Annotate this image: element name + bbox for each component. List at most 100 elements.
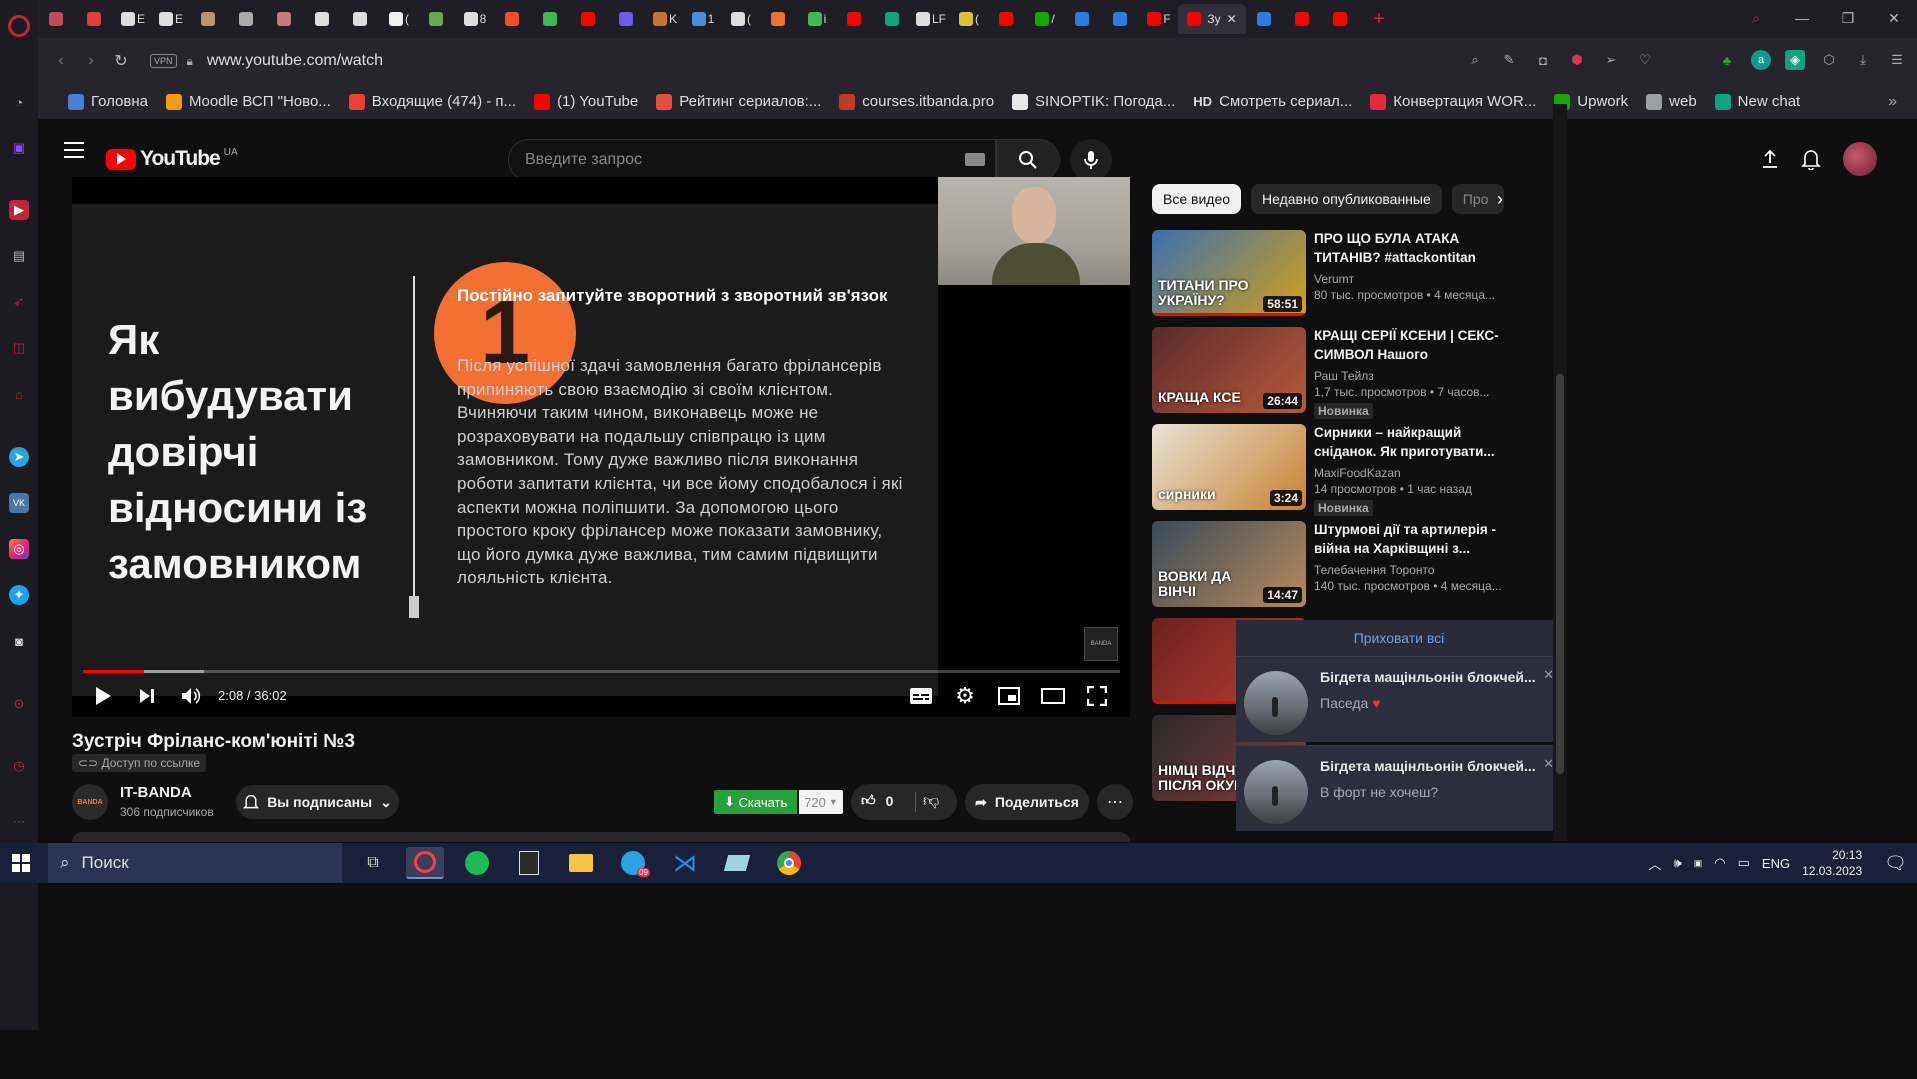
chips-next-button[interactable]: › [1488, 186, 1512, 212]
opera-taskbar-icon[interactable] [406, 847, 444, 879]
reload-button[interactable]: ↻ [106, 51, 136, 71]
bookmark-item[interactable]: Moodle ВСП "Ново... [166, 93, 331, 110]
extension-a-icon[interactable]: a [1751, 50, 1771, 70]
upload-icon[interactable] [1761, 149, 1779, 169]
description-box[interactable] [72, 832, 1130, 842]
lock-icon[interactable]: 🔒︎ [187, 54, 193, 69]
active-tab[interactable]: Зу ✕ [1178, 4, 1246, 34]
video-thumbnail[interactable]: сирники 3:24 [1152, 424, 1306, 510]
browser-tab[interactable] [342, 4, 380, 34]
task-view-icon[interactable]: ⧉ [354, 847, 392, 879]
chip-all-videos[interactable]: Все видео [1152, 184, 1242, 214]
new-tab-button[interactable]: + [1360, 4, 1398, 34]
bookmark-item[interactable]: Входящие (474) - п... [348, 93, 516, 110]
browser-tab[interactable] [76, 4, 114, 34]
browser-tab[interactable] [836, 4, 874, 34]
twitch-icon[interactable]: ▣ [9, 138, 29, 158]
more-actions-button[interactable]: ⋯ [1097, 784, 1133, 820]
bookmark-item[interactable]: Головна [68, 93, 148, 110]
page-scrollbar[interactable] [1553, 104, 1567, 841]
browser-tab[interactable] [1246, 4, 1284, 34]
channel-avatar[interactable]: BANDA [72, 784, 108, 820]
player-icon[interactable]: ⊙ [9, 694, 29, 714]
browser-tab[interactable]: ( [722, 4, 760, 34]
cube-icon[interactable]: ⬡ [1819, 50, 1839, 70]
extension-green-icon[interactable]: ♣ [1717, 50, 1737, 70]
browser-tab[interactable] [608, 4, 646, 34]
browser-tab[interactable] [1102, 4, 1140, 34]
related-video-title[interactable]: Сирники – найкращий сніданок. Як приготу… [1314, 424, 1504, 461]
epic-tray-icon[interactable]: ▣ [1694, 858, 1703, 869]
browser-tab[interactable] [988, 4, 1026, 34]
notepad-icon[interactable] [718, 847, 756, 879]
notifications-bell-icon[interactable] [1801, 148, 1821, 170]
video-player[interactable]: Як вибудувати довірчі відносини із замов… [72, 177, 1130, 717]
related-video-title[interactable]: ПРО ЩО БУЛА АТАКА ТИТАНІВ? #attackontita… [1314, 230, 1504, 267]
browser-tab[interactable]: K [646, 4, 684, 34]
download-icon[interactable]: ⤓ [1853, 50, 1873, 70]
dislike-button[interactable]: 👎︎ [923, 792, 939, 811]
bookmark-item[interactable]: (1) YouTube [534, 93, 638, 110]
briefcase-icon[interactable]: ▤ [9, 246, 29, 266]
related-channel-name[interactable]: MaxiFoodKazan [1314, 466, 1401, 480]
wifi-icon[interactable]: ◠ [1714, 855, 1725, 871]
search-input[interactable] [509, 140, 929, 180]
settings-button[interactable]: ⚙ [952, 683, 978, 709]
rocket-icon[interactable]: ➶ [9, 292, 29, 312]
history-icon[interactable]: ◷ [9, 756, 29, 776]
browser-tab[interactable] [494, 4, 532, 34]
browser-tab[interactable] [874, 4, 912, 34]
notification-card[interactable]: Бігдета мащінльонін блокчей... Паседа ♥ … [1236, 656, 1562, 742]
speaker-icon[interactable]: 🕪︎ [1674, 855, 1682, 871]
taskbar-search[interactable]: ⌕ Поиск [48, 843, 342, 883]
browser-tab[interactable] [266, 4, 304, 34]
download-button[interactable]: ⬇ Скачать [714, 790, 798, 814]
browser-tab[interactable]: 1 [684, 4, 722, 34]
browser-tab[interactable] [532, 4, 570, 34]
forward-button[interactable]: › [76, 52, 106, 70]
home-icon[interactable]: ⌂ [9, 384, 29, 404]
browser-tab[interactable]: ( [950, 4, 988, 34]
bookmark-item[interactable]: HD Смотреть сериал... [1193, 93, 1352, 110]
volume-button[interactable] [178, 683, 204, 709]
voice-search-button[interactable] [1070, 139, 1112, 181]
browser-tab[interactable] [1284, 4, 1322, 34]
telegram-taskbar-icon[interactable]: 09 [614, 847, 652, 879]
bookmarks-overflow-icon[interactable]: » [1888, 93, 1897, 111]
channel-watermark[interactable]: BANDA [1084, 627, 1118, 661]
browser-tab[interactable] [228, 4, 266, 34]
vpn-badge[interactable]: VPN [150, 54, 177, 68]
instagram-icon[interactable]: ◎ [9, 539, 29, 559]
back-button[interactable]: ‹ [46, 52, 76, 70]
related-video-item[interactable]: КРАЩА КСЕ 26:44 КРАЩІ СЕРІЇ КСЕНИ | СЕКС-С… [1152, 327, 1512, 424]
url-field[interactable]: www.youtube.com/watch [207, 52, 383, 70]
browser-tab[interactable]: E [152, 4, 190, 34]
browser-tab[interactable]: F [1140, 4, 1178, 34]
miniplayer-button[interactable] [996, 683, 1022, 709]
bookmark-item[interactable]: Рейтинг сериалов:... [656, 93, 821, 110]
tray-expand-icon[interactable]: ︿ [1649, 854, 1662, 873]
related-video-title[interactable]: Штурмові дії та артилерія - війна на Хар… [1314, 521, 1504, 558]
next-button[interactable] [134, 683, 160, 709]
browser-tab[interactable]: / [1026, 4, 1064, 34]
bookmark-item[interactable]: SINOPTIK: Погода... [1012, 93, 1175, 110]
send-icon[interactable]: ➢ [1601, 50, 1621, 70]
more-options-icon[interactable]: ⋯ [9, 812, 29, 832]
browser-tab[interactable]: E [114, 4, 152, 34]
notification-card[interactable]: Бігдета мащінльонін блокчей... В форт не… [1236, 745, 1562, 831]
related-video-item[interactable]: ВОВКИ ДА ВІНЧІ 14:47 Штурмові дії та артил… [1152, 521, 1512, 618]
chrome-icon[interactable] [770, 847, 808, 879]
quality-select[interactable]: 720 ▼ [799, 790, 843, 814]
subtitles-button[interactable] [908, 683, 934, 709]
fullscreen-button[interactable] [1084, 683, 1110, 709]
discord-icon[interactable]: ◙ [9, 631, 29, 651]
browser-tab[interactable] [38, 4, 76, 34]
video-player-icon[interactable]: ▶ [9, 200, 29, 220]
youtube-logo[interactable]: YouTube UA [106, 147, 238, 171]
related-video-title[interactable]: КРАЩІ СЕРІЇ КСЕНИ | СЕКС-СИМВОЛ Нашого Д… [1314, 327, 1504, 364]
camera-icon[interactable]: ◘ [1533, 50, 1553, 70]
keyboard-icon[interactable] [965, 153, 985, 166]
related-channel-name[interactable]: Раш Тейлз [1314, 369, 1374, 383]
minimize-button[interactable]: — [1779, 0, 1825, 36]
notifications-center-icon[interactable]: 🗨︎ [1884, 853, 1907, 874]
